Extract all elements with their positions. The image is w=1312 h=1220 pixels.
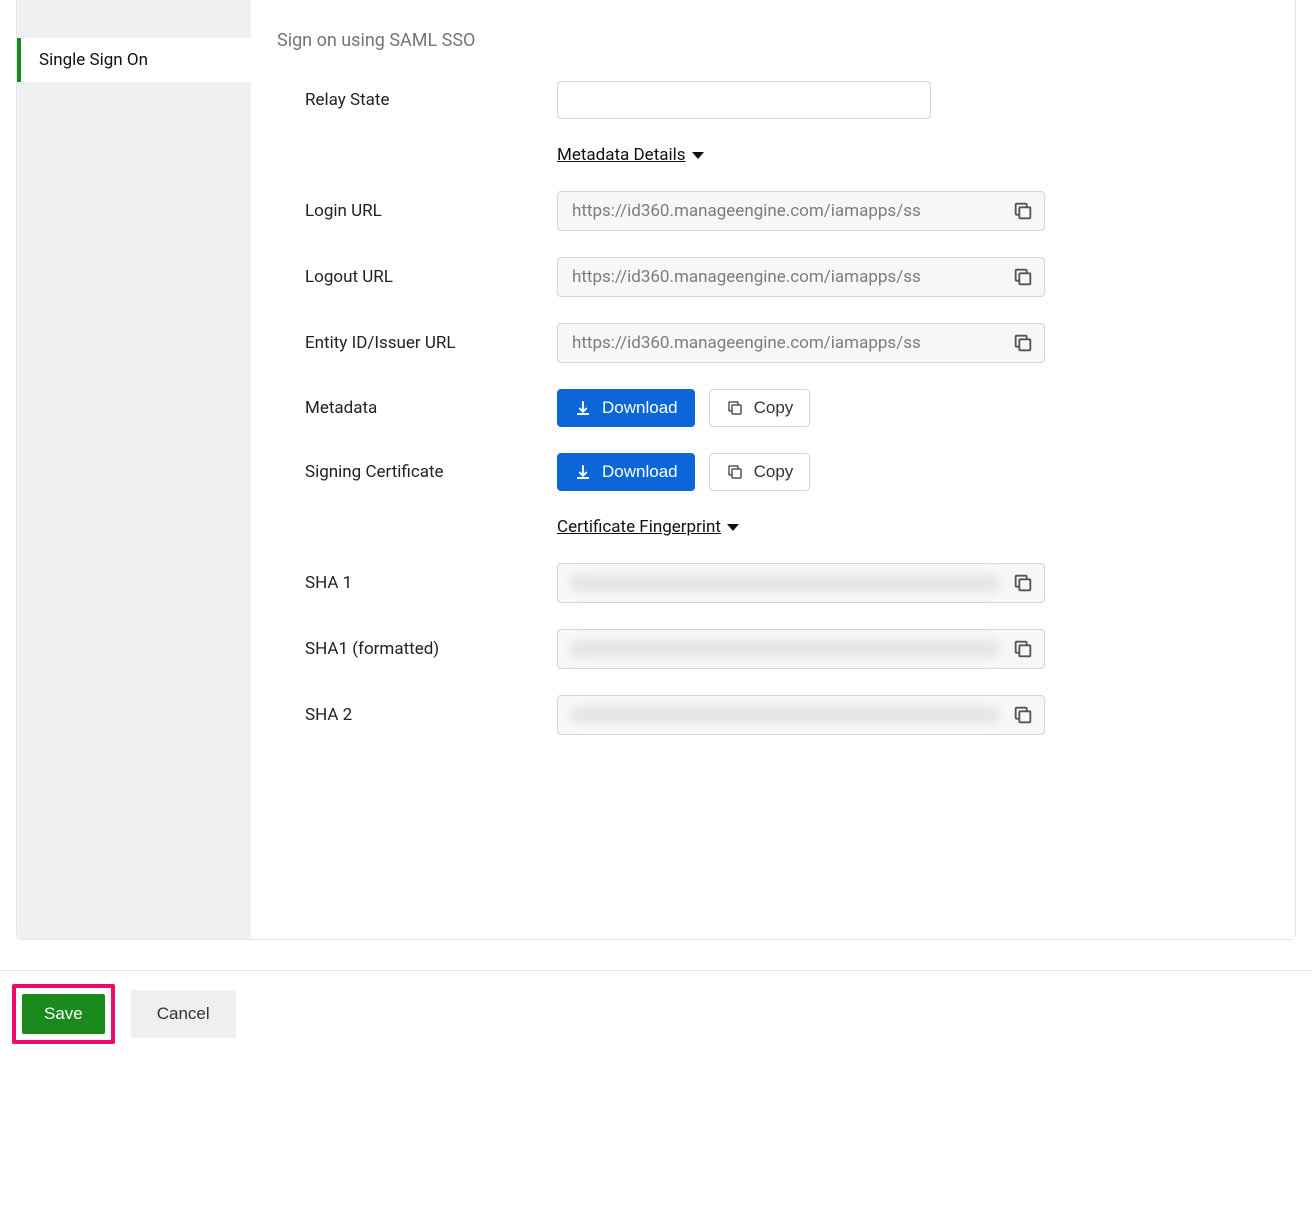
sidebar: Single Sign On <box>17 0 251 939</box>
cancel-label: Cancel <box>157 1004 210 1023</box>
row-metadata-details: Metadata Details <box>277 145 1269 165</box>
copy-icon[interactable] <box>1012 332 1034 354</box>
section-subtitle: Sign on using SAML SSO <box>277 30 1269 51</box>
cancel-button[interactable]: Cancel <box>131 990 236 1038</box>
redacted-value <box>570 640 1000 658</box>
copy-icon[interactable] <box>1012 572 1034 594</box>
entity-id-field: https://id360.manageengine.com/iamapps/s… <box>557 323 1045 363</box>
row-relay-state: Relay State <box>277 81 1269 119</box>
label-relay-state: Relay State <box>277 90 557 110</box>
label-logout-url: Logout URL <box>277 267 557 287</box>
login-url-field: https://id360.manageengine.com/iamapps/s… <box>557 191 1045 231</box>
copy-icon[interactable] <box>1012 200 1034 222</box>
label-sha1: SHA 1 <box>277 573 557 593</box>
entity-id-value: https://id360.manageengine.com/iamapps/s… <box>572 333 921 353</box>
copy-label: Copy <box>754 398 794 418</box>
action-bar: Save Cancel <box>12 984 236 1044</box>
row-cert-fingerprint: Certificate Fingerprint <box>277 517 1269 537</box>
copy-icon[interactable] <box>1012 266 1034 288</box>
label-sha1f: SHA1 (formatted) <box>277 639 557 659</box>
cert-fingerprint-label: Certificate Fingerprint <box>557 517 721 537</box>
row-sha1: SHA 1 <box>277 563 1269 603</box>
download-metadata-button[interactable]: Download <box>557 389 695 427</box>
download-icon <box>574 463 592 481</box>
download-cert-button[interactable]: Download <box>557 453 695 491</box>
redacted-value <box>570 706 1000 724</box>
save-highlight: Save <box>12 984 115 1044</box>
download-label: Download <box>602 398 678 418</box>
sidebar-item-sso[interactable]: Single Sign On <box>17 38 251 82</box>
download-icon <box>574 399 592 417</box>
row-signing-cert: Signing Certificate Download Copy <box>277 453 1269 491</box>
label-signing-cert: Signing Certificate <box>277 462 557 482</box>
metadata-details-label: Metadata Details <box>557 145 686 165</box>
settings-panel: Single Sign On Sign on using SAML SSO Re… <box>16 0 1296 940</box>
copy-label: Copy <box>754 462 794 482</box>
copy-cert-button[interactable]: Copy <box>709 453 811 491</box>
chevron-down-icon <box>727 524 739 531</box>
copy-icon <box>726 399 744 417</box>
cert-fingerprint-toggle[interactable]: Certificate Fingerprint <box>557 517 739 537</box>
metadata-details-toggle[interactable]: Metadata Details <box>557 145 704 165</box>
logout-url-field: https://id360.manageengine.com/iamapps/s… <box>557 257 1045 297</box>
copy-icon <box>726 463 744 481</box>
main-content: Sign on using SAML SSO Relay State Metad… <box>251 0 1295 939</box>
save-button[interactable]: Save <box>22 994 105 1034</box>
label-sha2: SHA 2 <box>277 705 557 725</box>
copy-metadata-button[interactable]: Copy <box>709 389 811 427</box>
chevron-down-icon <box>692 152 704 159</box>
redacted-value <box>570 574 1000 592</box>
download-label: Download <box>602 462 678 482</box>
row-sha1f: SHA1 (formatted) <box>277 629 1269 669</box>
login-url-value: https://id360.manageengine.com/iamapps/s… <box>572 201 921 221</box>
label-metadata: Metadata <box>277 398 557 418</box>
row-logout-url: Logout URL https://id360.manageengine.co… <box>277 257 1269 297</box>
logout-url-value: https://id360.manageengine.com/iamapps/s… <box>572 267 921 287</box>
copy-icon[interactable] <box>1012 704 1034 726</box>
label-login-url: Login URL <box>277 201 557 221</box>
save-label: Save <box>44 1004 83 1023</box>
copy-icon[interactable] <box>1012 638 1034 660</box>
sha1-field <box>557 563 1045 603</box>
sidebar-item-label: Single Sign On <box>39 50 148 70</box>
divider <box>0 970 1312 971</box>
sha1f-field <box>557 629 1045 669</box>
row-login-url: Login URL https://id360.manageengine.com… <box>277 191 1269 231</box>
relay-state-input[interactable] <box>557 81 931 119</box>
sha2-field <box>557 695 1045 735</box>
label-entity-id: Entity ID/Issuer URL <box>277 333 557 353</box>
row-entity-id: Entity ID/Issuer URL https://id360.manag… <box>277 323 1269 363</box>
row-metadata: Metadata Download Copy <box>277 389 1269 427</box>
row-sha2: SHA 2 <box>277 695 1269 735</box>
